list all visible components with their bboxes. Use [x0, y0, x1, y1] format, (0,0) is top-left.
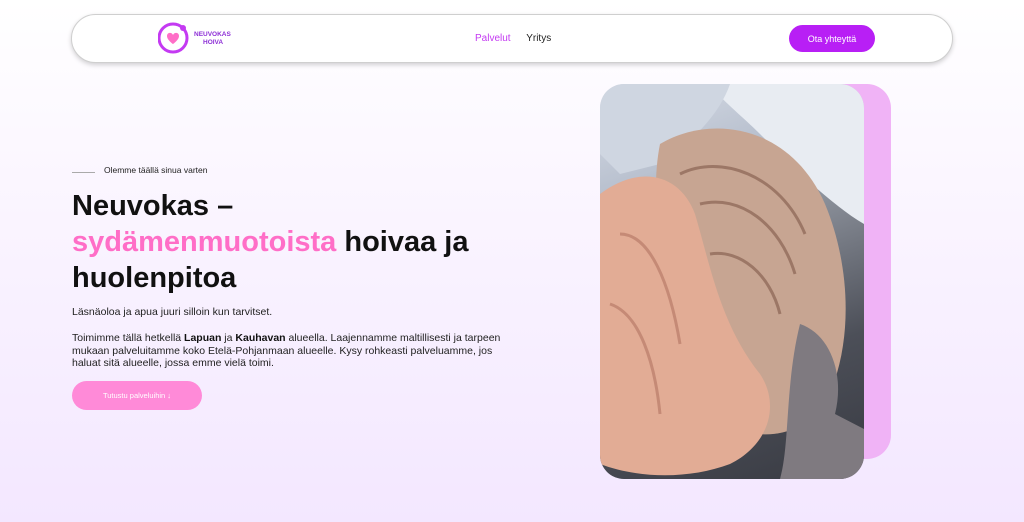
nav-link-yritys[interactable]: Yritys — [526, 33, 551, 44]
body-prefix: Toimimme tällä hetkellä — [72, 332, 185, 344]
nav-link-palvelut[interactable]: Palvelut — [475, 33, 511, 44]
services-button[interactable]: Tutustu palveluihin ↓ — [72, 381, 202, 410]
title-part3: huolenpitoa — [72, 262, 237, 294]
hero-title: Neuvokas – sydämenmuotoista hoivaa ja hu… — [72, 188, 512, 296]
brand-name: NEUVOKAS HOIVA — [194, 31, 231, 47]
brand-name-line2: HOIVA — [203, 39, 224, 46]
hero-body: Toimimme tällä hetkellä Lapuan ja Kauhav… — [72, 332, 502, 370]
body-location-1: Lapuan — [184, 332, 222, 344]
top-navbar: NEUVOKAS HOIVA Palvelut Yritys Ota yhtey… — [71, 14, 953, 63]
title-part1: Neuvokas – — [72, 190, 234, 222]
title-part2: hoivaa ja — [344, 226, 469, 258]
hands-illustration — [600, 84, 864, 479]
body-location-2: Kauhavan — [235, 332, 286, 344]
brand-name-line1: NEUVOKAS — [194, 31, 231, 38]
hero-lead: Läsnäoloa ja apua juuri silloin kun tarv… — [72, 306, 273, 318]
hero-eyebrow: Olemme täällä sinua varten — [104, 165, 208, 175]
nav-links: Palvelut Yritys — [475, 33, 564, 44]
eyebrow-divider — [72, 172, 95, 173]
body-mid: ja — [221, 332, 236, 344]
hero-photo-holding-hands — [600, 84, 864, 479]
contact-button[interactable]: Ota yhteyttä — [789, 25, 875, 52]
heart-logo-icon — [158, 22, 189, 54]
title-highlight: sydämenmuotoista — [72, 226, 337, 258]
brand-logo[interactable]: NEUVOKAS HOIVA — [158, 22, 238, 56]
